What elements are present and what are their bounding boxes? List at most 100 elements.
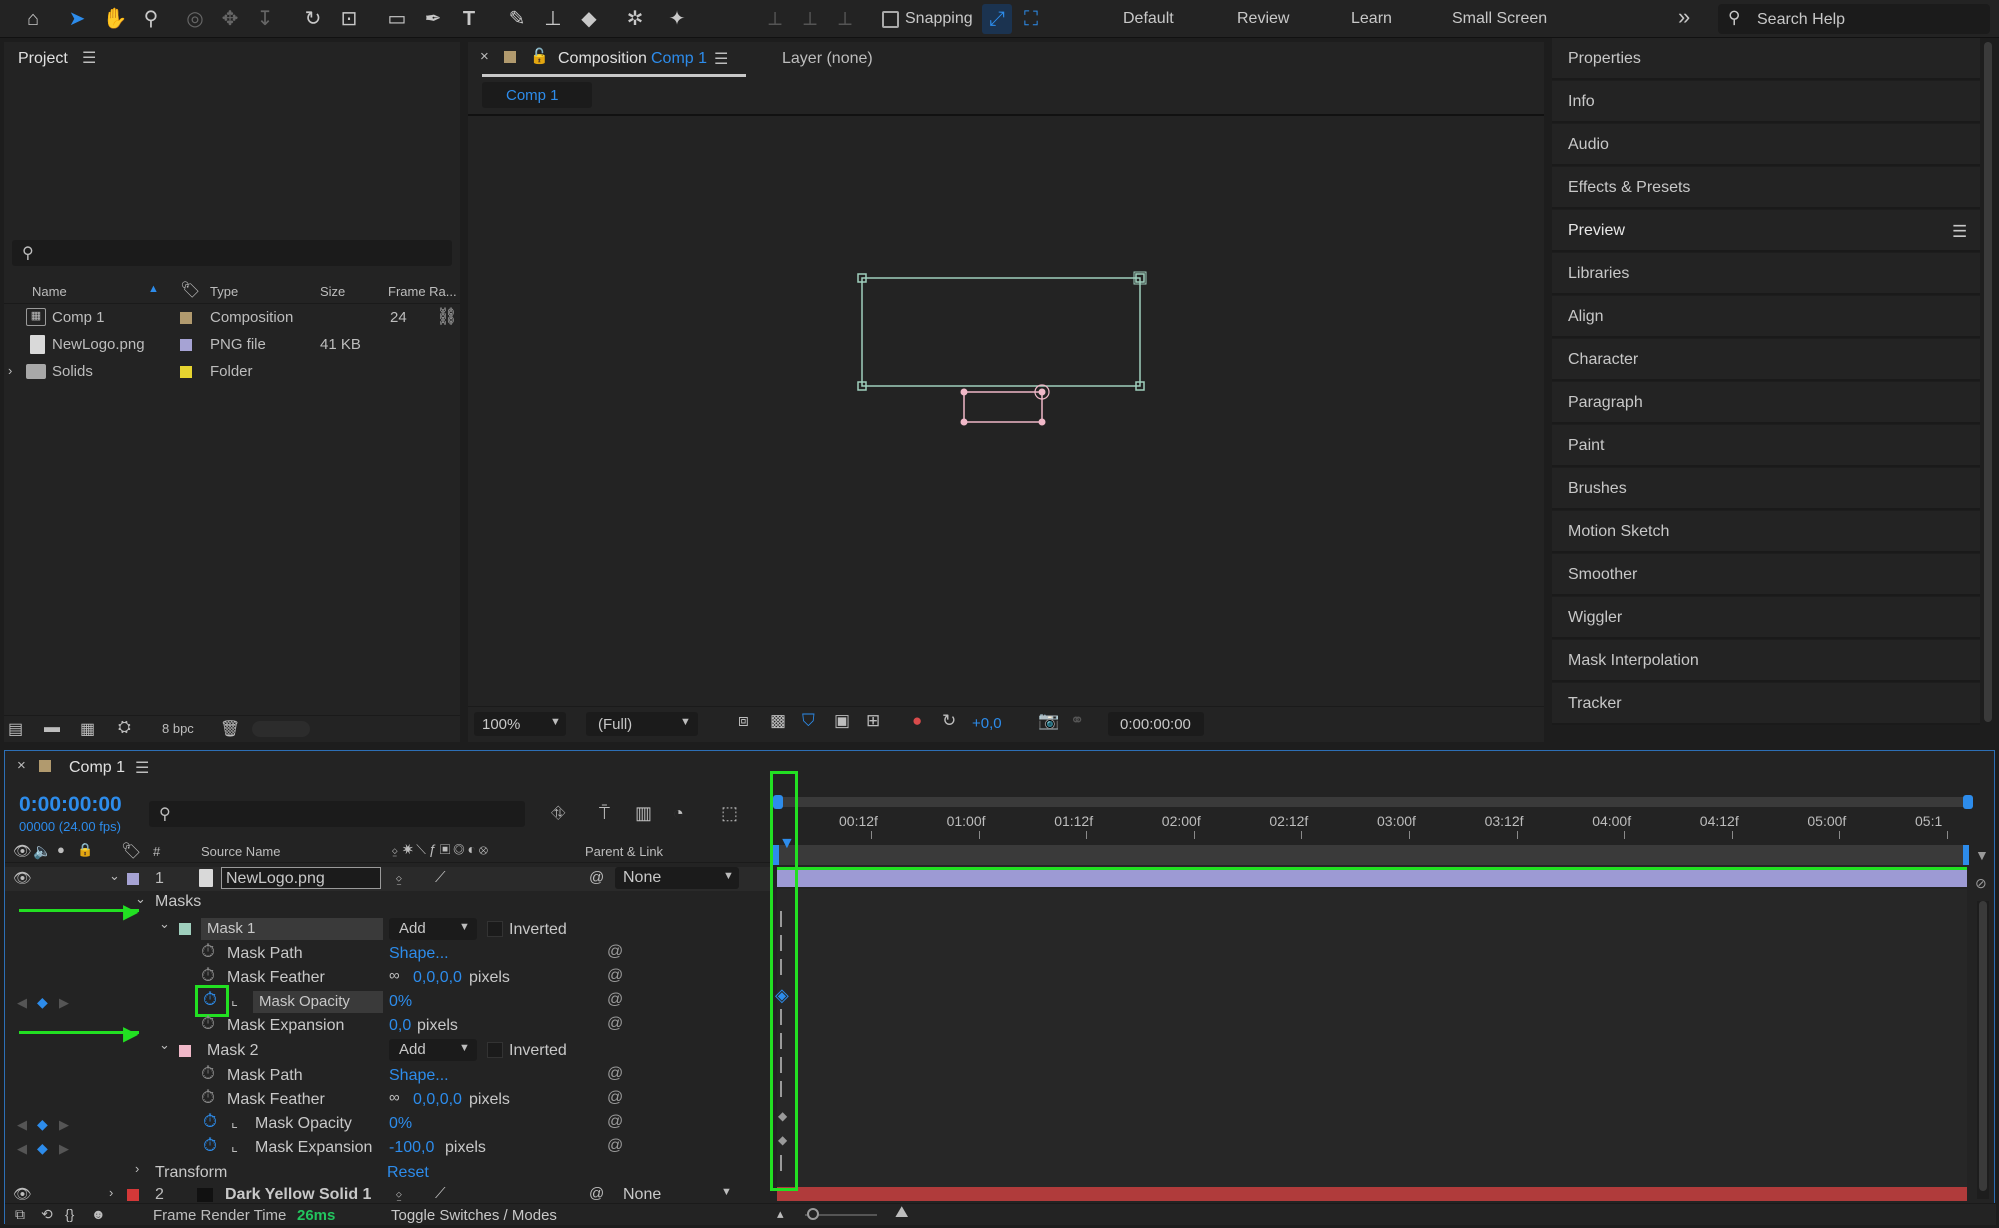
mask-visibility-icon[interactable]: ⛉ [802, 711, 815, 731]
zoom-tool-icon[interactable]: ⚲ [136, 4, 166, 34]
panel-smoother[interactable]: Smoother [1552, 554, 1980, 596]
panel-motion-sketch[interactable]: Motion Sketch [1552, 511, 1980, 553]
next-keyframe-icon[interactable]: ▶ [59, 1117, 69, 1133]
project-search-input[interactable]: ⚲ [12, 240, 452, 266]
search-help-box[interactable]: ⚲ Search Help [1718, 4, 1990, 34]
mask-2-inverted-checkbox[interactable] [487, 1042, 503, 1058]
scrollbar-thumb[interactable] [1979, 901, 1987, 1191]
pan-tool-icon[interactable]: ✥ [215, 4, 245, 34]
expand-arrow-icon[interactable]: › [135, 1161, 139, 1176]
keyframe-ibeam[interactable] [780, 935, 786, 951]
mask-2-opacity-value[interactable]: 0% [389, 1115, 412, 1133]
comp-mini-flowchart-icon[interactable]: ⛗ [551, 803, 565, 824]
stopwatch-active-icon[interactable]: ⏱ [203, 989, 217, 1010]
layer-row[interactable]: 👁 › 2 Dark Yellow Solid 1 ⍚ ⟋ @ None ▼ [5, 1185, 770, 1203]
fast-previews-icon[interactable]: ⧈ [738, 711, 749, 731]
expand-arrow-icon[interactable]: › [8, 363, 12, 378]
thumbnail-slider[interactable] [252, 721, 310, 737]
stopwatch-icon[interactable]: ⏱ [201, 1087, 215, 1108]
axis-world-icon[interactable]: ⟂ [795, 4, 825, 34]
comp-marker-bin-icon[interactable]: ▼ [1975, 847, 1989, 863]
motion-blur-icon[interactable]: ◔ [673, 803, 684, 824]
sort-ascending-icon[interactable]: ▲ [148, 283, 159, 295]
expression-pickwhip-icon[interactable]: @ [607, 1015, 623, 1033]
project-item[interactable]: › Solids Folder [4, 360, 460, 386]
expression-pickwhip-icon[interactable]: @ [607, 991, 623, 1009]
close-tab-icon[interactable]: × [480, 48, 489, 65]
stopwatch-active-icon[interactable]: ⏱ [203, 1135, 217, 1156]
collapse-arrow-icon[interactable]: ⌄ [159, 1037, 170, 1053]
column-name[interactable]: Name [32, 284, 67, 299]
anchor-tool-icon[interactable]: ⊡ [334, 4, 364, 34]
rotate-tool-icon[interactable]: ↻ [298, 4, 328, 34]
collapse-arrow-icon[interactable]: ⌄ [109, 868, 120, 884]
expression-pickwhip-icon[interactable]: @ [607, 967, 623, 985]
workspace-learn[interactable]: Learn [1351, 10, 1392, 28]
add-keyframe-icon[interactable]: ◆ [37, 994, 48, 1011]
snap-grid-icon[interactable]: ⛶ [1016, 4, 1046, 34]
graph-icon[interactable]: ⌞ [231, 1113, 238, 1131]
frame-blending-icon[interactable]: ▥ [635, 803, 652, 824]
workspace-small-screen[interactable]: Small Screen [1452, 10, 1547, 28]
rectangle-tool-icon[interactable]: ▭ [382, 4, 412, 34]
expression-pickwhip-icon[interactable]: @ [607, 943, 623, 961]
previous-keyframe-icon[interactable]: ◀ [17, 1117, 27, 1133]
reset-exposure-icon[interactable]: ↻ [942, 711, 956, 731]
graph-icon[interactable]: ⌞ [231, 1137, 238, 1155]
interpret-footage-icon[interactable]: ▤ [8, 719, 23, 739]
quality-switch-icon[interactable]: ⟋ [435, 869, 446, 886]
timeline-timecode[interactable]: 0:00:00:00 [19, 793, 122, 817]
lock-icon[interactable]: 🔓 [530, 47, 549, 65]
pick-whip-icon[interactable]: @ [589, 869, 604, 886]
snap-edges-icon[interactable]: ⤢ [982, 4, 1012, 34]
previous-keyframe-icon[interactable]: ◀ [17, 995, 27, 1011]
scrollbar-thumb[interactable] [1984, 42, 1992, 722]
color-channels-icon[interactable]: ● [912, 711, 922, 731]
panel-align[interactable]: Align [1552, 296, 1980, 338]
label-color-swatch[interactable] [180, 339, 192, 351]
snapshot-icon[interactable]: 📷 [1038, 711, 1059, 731]
mask-1-opacity-value[interactable]: 0% [389, 993, 412, 1011]
mask-1-feather-value[interactable]: 0,0,0,0 [413, 969, 462, 987]
workspace-overflow-icon[interactable]: » [1678, 4, 1690, 30]
panel-tracker[interactable]: Tracker [1552, 683, 1980, 725]
mask-color-swatch[interactable] [179, 1045, 191, 1057]
keyframe-ibeam[interactable] [780, 1081, 786, 1097]
workspace-default[interactable]: Default [1123, 10, 1174, 28]
masks-group-label[interactable]: Masks [155, 893, 201, 911]
mask-1-path-value[interactable]: Shape... [389, 945, 449, 963]
panel-properties[interactable]: Properties [1552, 38, 1980, 80]
composition-tab-prefix[interactable]: Composition [558, 50, 647, 68]
mask-color-swatch[interactable] [179, 923, 191, 935]
work-area-bar[interactable] [777, 845, 1967, 865]
timeline-tab[interactable]: Comp 1 [69, 759, 125, 777]
viewer-timecode[interactable]: 0:00:00:00 [1108, 712, 1204, 736]
transform-reset[interactable]: Reset [387, 1164, 429, 1182]
column-frame-rate[interactable]: Frame Ra... [388, 284, 457, 299]
home-icon[interactable]: ⌂ [18, 4, 48, 34]
transparency-grid-icon[interactable]: ▩ [770, 711, 786, 731]
mask-1-expansion-value[interactable]: 0,0 [389, 1017, 411, 1035]
bpc-label[interactable]: 8 bpc [162, 721, 194, 736]
expression-pickwhip-icon[interactable]: @ [607, 1089, 623, 1107]
panel-preview[interactable]: Preview [1552, 210, 1980, 252]
label-color-swatch[interactable] [180, 366, 192, 378]
work-area-navigator[interactable] [777, 797, 1969, 807]
roto-brush-icon[interactable]: ✲ [620, 4, 650, 34]
stopwatch-active-icon[interactable]: ⏱ [203, 1111, 217, 1132]
add-keyframe-icon[interactable]: ◆ [37, 1140, 48, 1157]
add-keyframe-icon[interactable]: ◆ [37, 1116, 48, 1133]
close-tab-icon[interactable]: × [17, 757, 26, 774]
dolly-tool-icon[interactable]: ↧ [250, 4, 280, 34]
new-composition-icon[interactable]: ▦ [80, 719, 95, 739]
layer-label-swatch[interactable] [127, 873, 139, 885]
pen-tool-icon[interactable]: ✒ [418, 4, 448, 34]
expand-arrow-icon[interactable]: › [109, 1185, 113, 1200]
timeline-options-icon[interactable]: ⊘ [1975, 875, 1987, 892]
keyframe-diamond-icon[interactable]: ◆ [778, 1133, 787, 1147]
panel-brushes[interactable]: Brushes [1552, 468, 1980, 510]
shy-switch-icon[interactable]: ⍚ [395, 869, 404, 886]
column-type[interactable]: Type [210, 284, 238, 299]
label-color-swatch[interactable] [180, 312, 192, 324]
snapping-checkbox[interactable] [882, 11, 899, 28]
